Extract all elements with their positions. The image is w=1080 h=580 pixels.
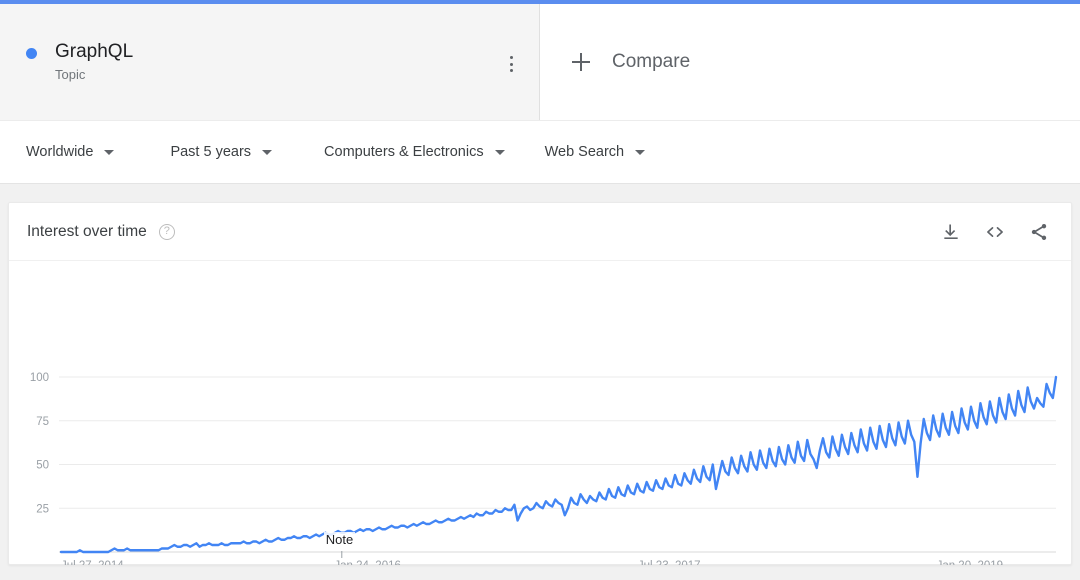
filter-category-label: Computers & Electronics <box>324 144 484 160</box>
note-annotation-label: Note <box>323 532 356 547</box>
query-row: GraphQL Topic Compare <box>0 4 1080 120</box>
svg-text:25: 25 <box>36 503 49 515</box>
chevron-down-icon <box>262 149 273 155</box>
chevron-down-icon <box>104 149 115 155</box>
add-compare-button[interactable]: Compare <box>540 4 1080 120</box>
chevron-down-icon <box>635 149 646 155</box>
search-term-card[interactable]: GraphQL Topic <box>0 4 540 120</box>
embed-code-icon[interactable] <box>985 222 1005 242</box>
help-circle-icon[interactable]: ? <box>158 223 175 240</box>
search-term-type: Topic <box>55 67 86 82</box>
filter-search-type[interactable]: Web Search <box>545 120 646 184</box>
chevron-down-icon <box>494 149 505 155</box>
svg-text:100: 100 <box>30 372 49 384</box>
filter-time-range[interactable]: Past 5 years <box>170 120 273 184</box>
filter-time-range-label: Past 5 years <box>170 144 252 160</box>
svg-text:Jan 20, 2019: Jan 20, 2019 <box>937 560 1004 565</box>
filter-search-type-label: Web Search <box>544 144 625 160</box>
interest-over-time-card: Interest over time ? 25 50 75 100 Note <box>8 202 1072 565</box>
filter-location[interactable]: Worldwide <box>26 120 115 184</box>
google-trends-page: GraphQL Topic Compare Worldwide Past 5 y… <box>0 0 1080 580</box>
svg-text:50: 50 <box>36 460 49 472</box>
share-icon[interactable] <box>1029 222 1049 242</box>
download-icon[interactable] <box>941 222 961 242</box>
interest-over-time-plot: 25 50 75 100 Jul 27, 2014 Jan 24, 2016 Jul 23,… <box>9 261 1071 565</box>
chart-header: Interest over time ? <box>9 203 1071 261</box>
plus-icon <box>572 53 590 71</box>
compare-label: Compare <box>612 51 691 72</box>
line-chart-svg: 25 50 75 100 Jul 27, 2014 Jan 24, 2016 Jul 23,… <box>30 372 1058 565</box>
search-term-text: GraphQL Topic <box>55 40 133 84</box>
more-vert-icon[interactable] <box>501 54 521 74</box>
chart-actions <box>941 222 1049 242</box>
search-term-title: GraphQL <box>55 41 134 62</box>
filter-category[interactable]: Computers & Electronics <box>324 120 505 184</box>
chart-title: Interest over time <box>27 222 147 240</box>
svg-text:Jul 27, 2014: Jul 27, 2014 <box>61 560 124 565</box>
svg-text:Jan 24, 2016: Jan 24, 2016 <box>334 560 401 565</box>
series-color-dot <box>26 48 37 59</box>
svg-text:75: 75 <box>36 416 49 428</box>
filter-location-label: Worldwide <box>26 144 94 160</box>
svg-text:Jul 23, 2017: Jul 23, 2017 <box>638 560 701 565</box>
filter-bar: Worldwide Past 5 years Computers & Elect… <box>0 120 1080 184</box>
